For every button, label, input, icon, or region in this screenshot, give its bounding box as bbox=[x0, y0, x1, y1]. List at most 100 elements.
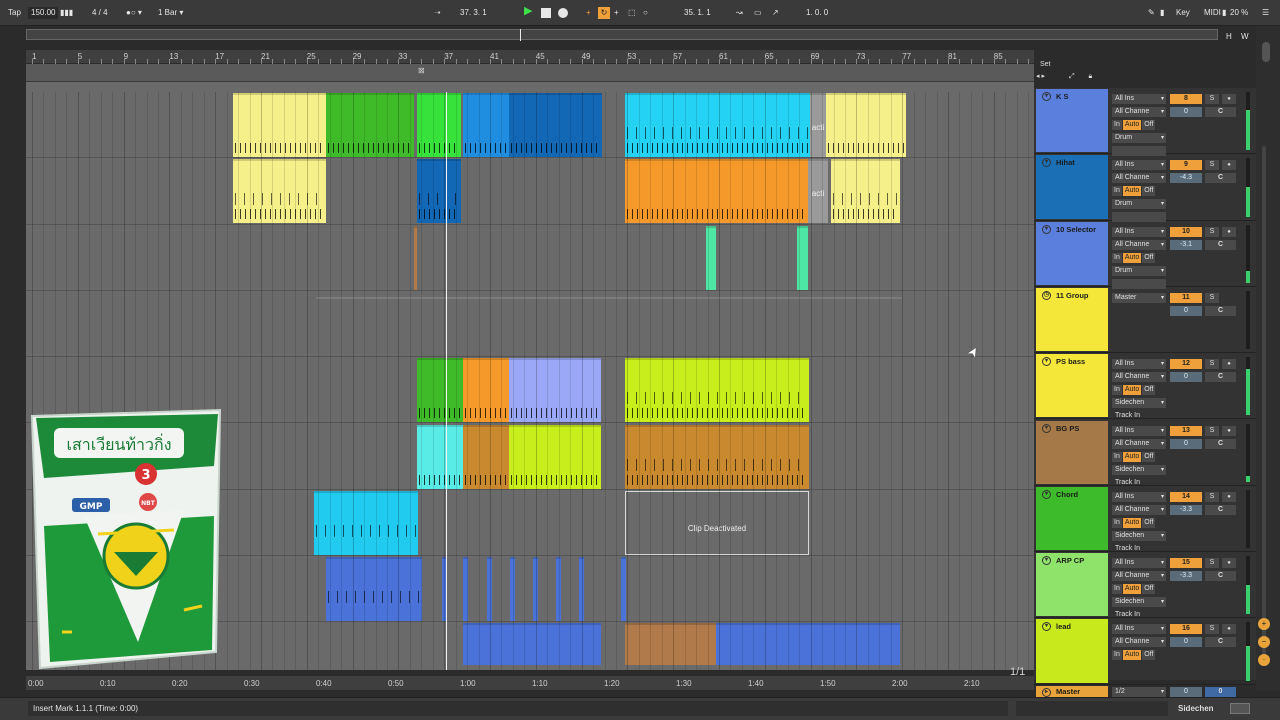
solo-button[interactable]: S bbox=[1205, 292, 1219, 303]
monitor-off-button[interactable]: Off bbox=[1142, 186, 1156, 197]
arm-icon[interactable]: ● bbox=[1222, 359, 1236, 370]
solo-button[interactable]: S bbox=[1205, 624, 1219, 635]
routing-chooser[interactable]: All Ins ▾ bbox=[1112, 558, 1166, 569]
master-output-chooser[interactable]: 1/2 ▾ bbox=[1112, 686, 1166, 697]
volume-field[interactable]: 0 bbox=[1170, 372, 1202, 383]
track-activator[interactable]: 12 bbox=[1170, 359, 1202, 370]
routing-chooser[interactable]: All Channe ▾ bbox=[1112, 504, 1166, 515]
pan-field[interactable]: C bbox=[1205, 372, 1236, 383]
monitor-in-button[interactable]: In bbox=[1112, 517, 1122, 528]
pan-field[interactable]: C bbox=[1205, 173, 1236, 184]
automation-arm-icon[interactable]: ↻ bbox=[598, 7, 610, 19]
track-activator[interactable]: 10 bbox=[1170, 226, 1202, 237]
routing-chooser[interactable]: All Ins ▾ bbox=[1112, 359, 1166, 370]
session-record-icon[interactable]: ○ bbox=[643, 7, 648, 19]
record-icon[interactable] bbox=[558, 8, 568, 18]
deactivated-clip[interactable]: Clip Deactivated bbox=[625, 490, 809, 555]
track-name-header[interactable]: ▾ Chord bbox=[1036, 486, 1108, 551]
routing-chooser[interactable]: All Channe ▾ bbox=[1112, 438, 1166, 449]
track-activator[interactable]: 16 bbox=[1170, 624, 1202, 635]
monitor-auto-button[interactable]: Auto bbox=[1122, 385, 1142, 396]
arrangement-clip[interactable] bbox=[463, 623, 601, 666]
monitor-in-button[interactable]: In bbox=[1112, 451, 1122, 462]
volume-field[interactable]: -3.3 bbox=[1170, 571, 1202, 582]
routing-chooser[interactable]: All Channe ▾ bbox=[1112, 239, 1166, 250]
arrangement-clip[interactable] bbox=[826, 93, 906, 157]
routing-chooser[interactable]: All Ins ▾ bbox=[1112, 94, 1166, 104]
track-lane[interactable] bbox=[26, 225, 1034, 291]
punch-in-icon[interactable]: ↝ bbox=[736, 7, 743, 19]
tap-tempo-button[interactable]: Tap bbox=[8, 7, 21, 19]
monitor-off-button[interactable]: Off bbox=[1142, 385, 1156, 396]
fold-icon[interactable]: ▸ bbox=[1042, 687, 1051, 697]
track-activator[interactable]: 9 bbox=[1170, 160, 1202, 171]
arrow-right-icon[interactable]: ▸ bbox=[1041, 73, 1045, 80]
volume-field[interactable]: 0 bbox=[1170, 637, 1202, 648]
loop-length-field[interactable]: 1. 0. 0 bbox=[806, 7, 828, 19]
routing-chooser[interactable]: All Channe ▾ bbox=[1112, 173, 1166, 184]
monitor-auto-button[interactable]: Auto bbox=[1122, 120, 1142, 130]
loop-brace-area[interactable]: ⊠ bbox=[26, 64, 1034, 82]
monitor-auto-button[interactable]: Auto bbox=[1122, 252, 1142, 263]
routing-chooser[interactable]: All Channe ▾ bbox=[1112, 637, 1166, 648]
track-name-header[interactable]: ▾ Hihat bbox=[1036, 155, 1108, 219]
time-signature-field[interactable]: 4 / 4 bbox=[92, 7, 108, 19]
arrangement-clip[interactable] bbox=[509, 358, 601, 423]
routing-chooser[interactable]: Master ▾ bbox=[1112, 292, 1166, 303]
track-activator[interactable]: 8 bbox=[1170, 94, 1202, 104]
routing-chooser[interactable]: All Channe ▾ bbox=[1112, 571, 1166, 582]
arrangement-clip[interactable] bbox=[716, 623, 900, 666]
loop-start-field[interactable]: 35. 1. 1 bbox=[684, 7, 711, 19]
routing-chooser[interactable]: Drum ▾ bbox=[1112, 199, 1166, 210]
track-activator[interactable]: 15 bbox=[1170, 558, 1202, 569]
track-lane[interactable] bbox=[26, 291, 1034, 358]
metronome-toggle-icon[interactable]: ●○ ▾ bbox=[126, 7, 142, 19]
volume-field[interactable]: 0 bbox=[1170, 305, 1202, 316]
arrangement-clip[interactable] bbox=[625, 358, 809, 423]
track-activator[interactable]: 14 bbox=[1170, 491, 1202, 502]
pan-field[interactable]: C bbox=[1205, 637, 1236, 648]
play-icon[interactable]: ▶ bbox=[524, 5, 532, 17]
master-name-header[interactable]: ▸ Master bbox=[1036, 685, 1108, 697]
arrangement-clip[interactable] bbox=[417, 159, 461, 224]
track-name-header[interactable]: ▾ ARP CP bbox=[1036, 553, 1108, 617]
pan-field[interactable]: C bbox=[1205, 305, 1236, 316]
arm-icon[interactable]: ● bbox=[1222, 160, 1236, 171]
solo-button[interactable]: S bbox=[1205, 226, 1219, 237]
fold-icon[interactable]: ▾ bbox=[1042, 489, 1051, 499]
zoom-out-icon[interactable]: − bbox=[1258, 636, 1270, 648]
arm-icon[interactable]: ● bbox=[1222, 94, 1236, 104]
arrow-left-icon[interactable]: ◂ bbox=[1036, 73, 1040, 80]
loop-marker-icon[interactable]: ⊠ bbox=[418, 66, 425, 75]
arrangement-clip[interactable] bbox=[625, 424, 809, 489]
solo-button[interactable]: S bbox=[1205, 491, 1219, 502]
routing-chooser[interactable]: All Channe ▾ bbox=[1112, 372, 1166, 383]
vertical-scrollbar[interactable] bbox=[1262, 42, 1270, 62]
routing-chooser[interactable]: Sidechen ▾ bbox=[1112, 464, 1166, 475]
song-position-field[interactable]: 37. 3. 1 bbox=[460, 7, 487, 19]
monitor-off-button[interactable]: Off bbox=[1142, 650, 1156, 661]
arrangement-clip[interactable] bbox=[509, 424, 601, 489]
track-name-header[interactable]: ▾ lead bbox=[1036, 619, 1108, 683]
pan-field[interactable]: C bbox=[1205, 239, 1236, 250]
track-name-header[interactable]: ▾ BG PS bbox=[1036, 420, 1108, 484]
routing-chooser[interactable]: Sidechen ▾ bbox=[1112, 597, 1166, 608]
track-activator[interactable]: 11 bbox=[1170, 292, 1202, 303]
follow-icon[interactable]: ➝ bbox=[434, 7, 441, 19]
monitor-in-button[interactable]: In bbox=[1112, 186, 1122, 197]
monitor-off-button[interactable]: Off bbox=[1142, 120, 1156, 130]
routing-chooser[interactable]: All Ins ▾ bbox=[1112, 226, 1166, 237]
routing-chooser[interactable]: Sidechen ▾ bbox=[1112, 398, 1166, 409]
monitor-off-button[interactable]: Off bbox=[1142, 584, 1156, 595]
track-name-header[interactable]: ▾ PS bass bbox=[1036, 354, 1108, 418]
arrangement-clip[interactable] bbox=[831, 159, 900, 224]
track-name-header[interactable]: ▾ K S bbox=[1036, 89, 1108, 153]
fold-icon[interactable]: ▾ bbox=[1042, 92, 1051, 101]
arrangement-clip[interactable] bbox=[625, 93, 810, 157]
routing-chooser[interactable]: All Channe ▾ bbox=[1112, 107, 1166, 117]
arm-icon[interactable]: ● bbox=[1222, 425, 1236, 436]
arm-icon[interactable]: ● bbox=[1222, 226, 1236, 237]
fold-icon[interactable]: ▾ bbox=[1042, 357, 1051, 367]
arm-icon[interactable]: ● bbox=[1222, 624, 1236, 635]
arrangement-clip[interactable] bbox=[621, 557, 626, 622]
